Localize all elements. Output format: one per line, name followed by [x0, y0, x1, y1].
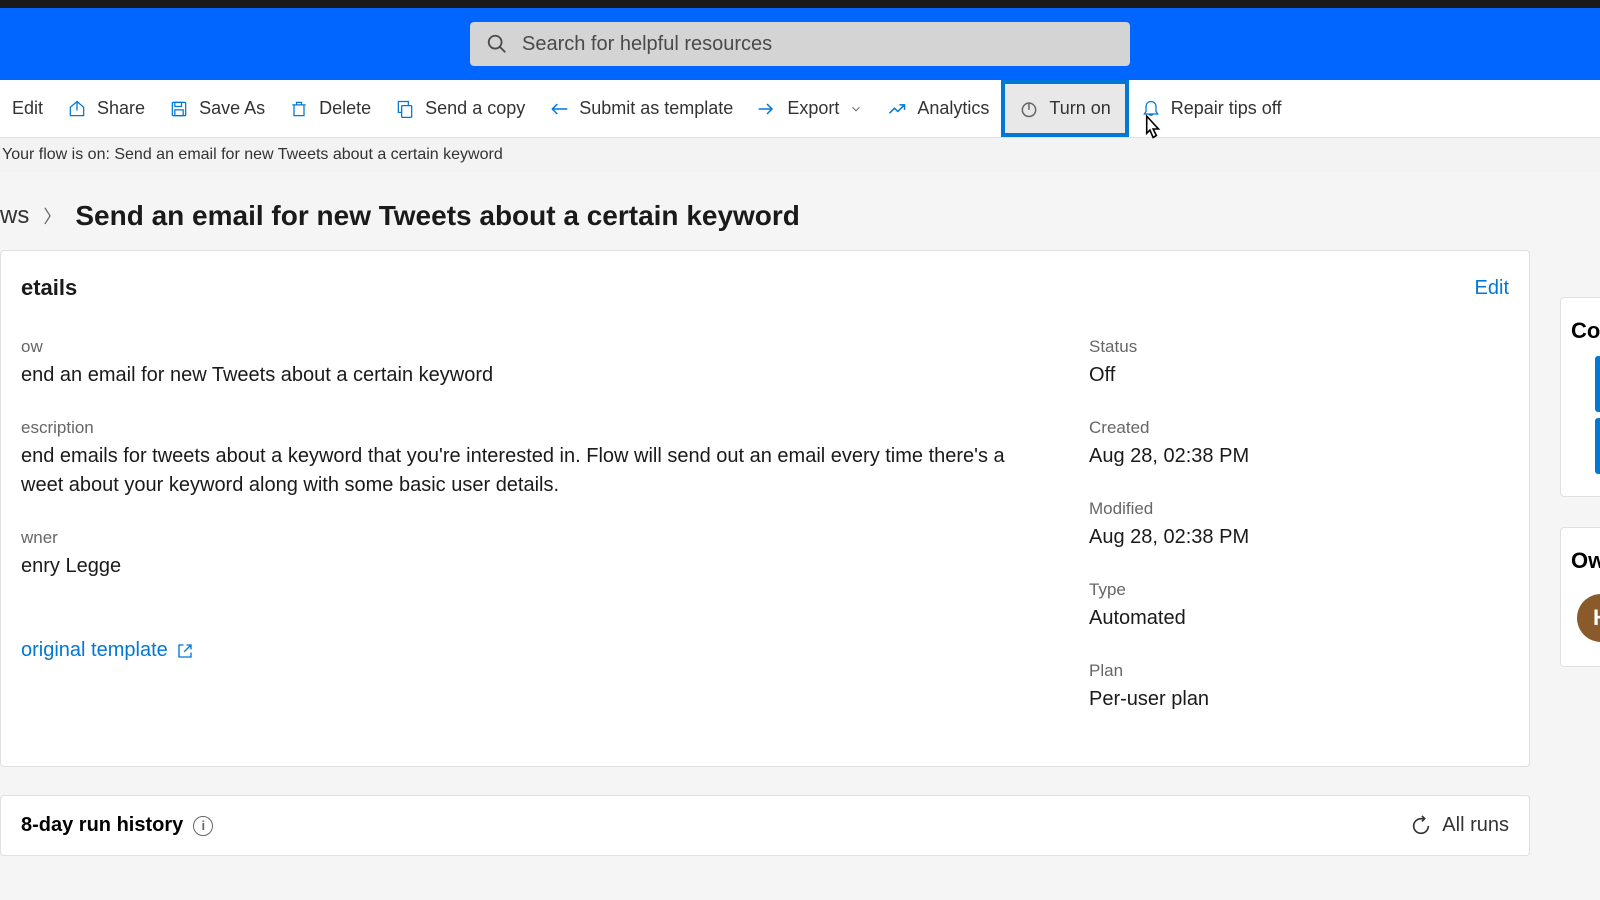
- top-black-bar: [0, 0, 1600, 8]
- delete-label: Delete: [319, 98, 371, 119]
- modified-label: Modified: [1089, 499, 1509, 519]
- connector-badge-1: [1595, 356, 1600, 412]
- edit-label: Edit: [12, 98, 43, 119]
- connector-badge-2: [1595, 418, 1600, 474]
- breadcrumb-root[interactable]: ws: [0, 202, 29, 230]
- share-button[interactable]: Share: [55, 80, 157, 137]
- details-edit-link[interactable]: Edit: [1475, 277, 1509, 300]
- delete-button[interactable]: Delete: [277, 80, 383, 137]
- owner-value: enry Legge: [21, 552, 1009, 581]
- turn-on-label: Turn on: [1049, 98, 1110, 119]
- all-runs-text: All runs: [1442, 814, 1509, 837]
- details-section-title: etails: [21, 275, 77, 301]
- created-value: Aug 28, 02:38 PM: [1089, 442, 1509, 471]
- share-label: Share: [97, 98, 145, 119]
- export-button[interactable]: Export: [745, 80, 875, 137]
- save-icon: [169, 99, 189, 119]
- page-title: Send an email for new Tweets about a cer…: [75, 200, 800, 232]
- analytics-label: Analytics: [917, 98, 989, 119]
- side-card-connections: Co: [1560, 297, 1600, 497]
- side-card-owners: Ow H: [1560, 527, 1600, 667]
- toolbar: Edit Share Save As Delete Send a copy Su…: [0, 80, 1600, 138]
- submit-template-button[interactable]: Submit as template: [537, 80, 745, 137]
- flow-value: end an email for new Tweets about a cert…: [21, 361, 1009, 390]
- external-link-icon: [176, 642, 194, 660]
- plan-value: Per-user plan: [1089, 685, 1509, 714]
- description-label: escription: [21, 418, 1009, 438]
- copy-icon: [395, 99, 415, 119]
- details-card: etails Edit ow end an email for new Twee…: [0, 250, 1530, 767]
- chevron-down-icon: [849, 102, 863, 116]
- header-bar: [0, 8, 1600, 80]
- side-co-label: Co: [1571, 318, 1599, 344]
- repair-tips-button[interactable]: Repair tips off: [1129, 80, 1294, 137]
- analytics-icon: [887, 99, 907, 119]
- analytics-button[interactable]: Analytics: [875, 80, 1001, 137]
- chevron-right-icon: 〉: [43, 203, 61, 229]
- save-as-label: Save As: [199, 98, 265, 119]
- type-label: Type: [1089, 580, 1509, 600]
- plan-label: Plan: [1089, 661, 1509, 681]
- run-history-card: 8-day run history i All runs: [0, 795, 1530, 856]
- turn-on-button[interactable]: Turn on: [1001, 80, 1128, 137]
- template-link-text: original template: [21, 639, 168, 662]
- avatar-initial: H: [1593, 605, 1600, 631]
- history-title-text: 8-day run history: [21, 814, 183, 837]
- search-icon: [486, 33, 508, 55]
- search-box[interactable]: [470, 22, 1130, 66]
- info-icon[interactable]: i: [193, 816, 213, 836]
- bell-icon: [1141, 99, 1161, 119]
- owner-label: wner: [21, 528, 1009, 548]
- power-icon: [1019, 99, 1039, 119]
- breadcrumb: ws 〉 Send an email for new Tweets about …: [0, 172, 1600, 250]
- description-value: end emails for tweets about a keyword th…: [21, 442, 1009, 500]
- original-template-link[interactable]: original template: [21, 639, 194, 662]
- repair-tips-label: Repair tips off: [1171, 98, 1282, 119]
- export-label: Export: [787, 98, 839, 119]
- save-as-button[interactable]: Save As: [157, 80, 277, 137]
- status-bar: Your flow is on: Send an email for new T…: [0, 138, 1600, 172]
- search-input[interactable]: [522, 33, 1114, 56]
- submit-template-label: Submit as template: [579, 98, 733, 119]
- status-label: Status: [1089, 337, 1509, 357]
- side-ow-label: Ow: [1571, 548, 1599, 574]
- all-runs-link[interactable]: All runs: [1410, 814, 1509, 837]
- edit-button[interactable]: Edit: [0, 80, 55, 137]
- send-copy-label: Send a copy: [425, 98, 525, 119]
- status-value: Off: [1089, 361, 1509, 390]
- trash-icon: [289, 99, 309, 119]
- modified-value: Aug 28, 02:38 PM: [1089, 523, 1509, 552]
- flow-label: ow: [21, 337, 1009, 357]
- export-icon: [757, 99, 777, 119]
- type-value: Automated: [1089, 604, 1509, 633]
- share-icon: [67, 99, 87, 119]
- created-label: Created: [1089, 418, 1509, 438]
- send-copy-button[interactable]: Send a copy: [383, 80, 537, 137]
- owner-avatar[interactable]: H: [1577, 594, 1600, 642]
- status-message: Your flow is on: Send an email for new T…: [2, 146, 503, 163]
- submit-icon: [549, 99, 569, 119]
- refresh-icon: [1410, 815, 1432, 837]
